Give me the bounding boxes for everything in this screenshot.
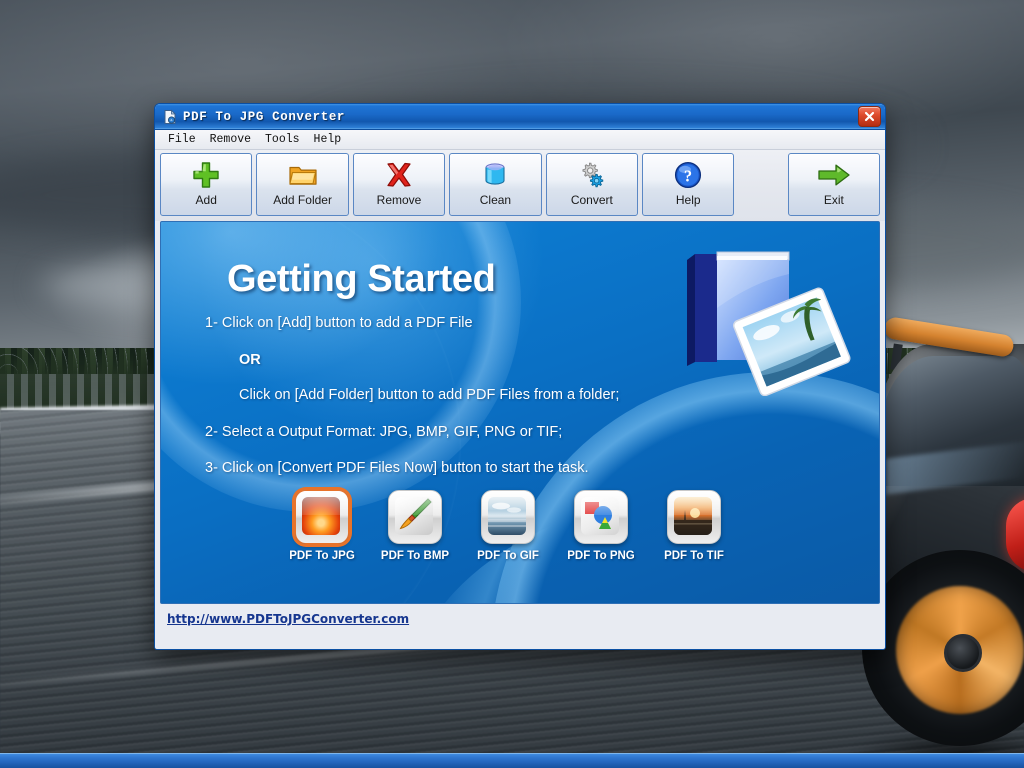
instruction-step-2: 2- Select a Output Format: JPG, BMP, GIF… [205,423,563,440]
exit-button[interactable]: Exit [787,153,881,216]
instruction-or: OR [239,351,261,368]
format-label: PDF To JPG [289,550,355,562]
remove-button[interactable]: Remove [352,153,446,216]
bmp-brush-icon [388,490,442,544]
png-shapes-icon [574,490,628,544]
toolbar: Add Add Folder Remove Clean Convert ? He… [155,150,885,221]
red-cross-icon [384,157,414,193]
menu-tools[interactable]: Tools [258,132,307,147]
format-pdf-to-bmp[interactable]: PDF To BMP [380,490,450,562]
window-title: PDF To JPG Converter [183,109,346,124]
convert-button[interactable]: Convert [545,153,639,216]
getting-started-panel: Getting Started 1- Click on [Add] button… [160,221,880,604]
add-folder-button-label: Add Folder [273,193,332,207]
remove-button-label: Remove [376,193,422,207]
green-plus-icon [191,157,221,193]
instruction-step-1: 1- Click on [Add] button to add a PDF Fi… [205,315,473,331]
instruction-step-1b: Click on [Add Folder] button to add PDF … [239,387,620,403]
gears-icon [577,157,607,193]
output-format-list: PDF To JPG PDF To BMP PDF To GIF PDF To … [287,490,729,562]
blue-question-icon: ? [673,157,703,193]
convert-button-label: Convert [570,193,613,207]
menu-bar: File Remove Tools Help [155,130,885,150]
pdf-document-icon [162,109,178,125]
close-icon[interactable] [858,106,881,127]
tif-sunset-icon [667,490,721,544]
menu-file[interactable]: File [161,132,203,147]
status-bar: http://www.PDFToJPGConverter.com [155,604,885,634]
svg-text:?: ? [684,166,692,185]
gif-seascape-icon [481,490,535,544]
clean-button-label: Clean [479,193,512,207]
instruction-list: 1- Click on [Add] button to add a PDF Fi… [205,316,725,498]
taskbar[interactable] [0,753,1024,768]
format-pdf-to-tif[interactable]: PDF To TIF [659,490,729,562]
format-pdf-to-png[interactable]: PDF To PNG [566,490,636,562]
jpg-flame-icon [295,490,349,544]
blue-bucket-icon [481,157,509,193]
page-title: Getting Started [227,258,496,300]
format-label: PDF To PNG [567,550,635,562]
application-window: PDF To JPG Converter File Remove Tools H… [154,103,886,650]
folder-icon [288,157,318,193]
clean-button[interactable]: Clean [449,153,542,216]
toolbar-separator [738,153,783,154]
help-button-label: Help [675,193,701,207]
format-pdf-to-gif[interactable]: PDF To GIF [473,490,543,562]
format-label: PDF To GIF [477,550,539,562]
add-button[interactable]: Add [160,153,253,216]
book-and-photo-icon [671,236,861,397]
green-arrow-right-icon [817,157,851,193]
website-link[interactable]: http://www.PDFToJPGConverter.com [167,612,409,626]
menu-remove[interactable]: Remove [203,132,258,147]
help-button[interactable]: ? Help [642,153,735,216]
format-label: PDF To TIF [664,550,724,562]
exit-button-label: Exit [823,193,844,207]
add-folder-button[interactable]: Add Folder [256,153,349,216]
format-pdf-to-jpg[interactable]: PDF To JPG [287,490,357,562]
menu-help[interactable]: Help [307,132,349,147]
add-button-label: Add [195,193,217,207]
car-wheel-hub [944,634,982,672]
format-label: PDF To BMP [380,550,450,562]
instruction-step-3: 3- Click on [Convert PDF Files Now] butt… [205,460,589,476]
title-bar[interactable]: PDF To JPG Converter [155,104,885,130]
